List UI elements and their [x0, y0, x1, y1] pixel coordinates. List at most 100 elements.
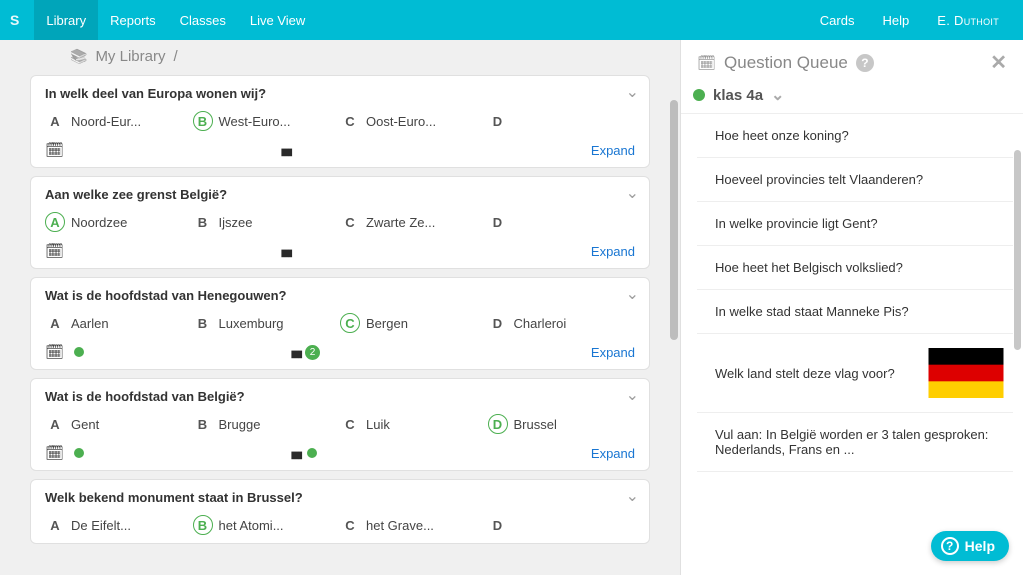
queue-list: Hoe heet onze koning? Hoeveel provincies … [681, 114, 1023, 575]
answer-text: Luxemburg [219, 316, 284, 331]
answer-option[interactable]: CZwarte Ze... [340, 212, 488, 232]
question-text: In welk deel van Europa wonen wij? [45, 86, 635, 101]
answer-text: Ijszee [219, 215, 253, 230]
answer-option[interactable]: AGent [45, 414, 193, 434]
answer-text: Brugge [219, 417, 261, 432]
question-card: ⌄Wat is de hoofdstad van Henegouwen?AAar… [30, 277, 650, 370]
answer-option[interactable]: ANoord-Eur... [45, 111, 193, 131]
answer-letter: A [45, 515, 65, 535]
answer-option[interactable]: D Brussel [488, 414, 636, 434]
queue-item-text: Hoeveel provincies telt Vlaanderen? [715, 172, 1007, 187]
nav-reports[interactable]: Reports [98, 0, 168, 40]
calendar-icon[interactable] [45, 343, 64, 361]
answer-letter: B [193, 515, 213, 535]
help-button[interactable]: ? Help [931, 531, 1009, 561]
queue-item[interactable]: Vul aan: In België worden er 3 talen ges… [697, 413, 1013, 472]
answer-option[interactable]: D [488, 212, 636, 232]
chart-icon[interactable] [281, 142, 292, 158]
answer-text: Zwarte Ze... [366, 215, 435, 230]
queue-header: Question Queue ? ✕ [681, 40, 1023, 81]
chevron-down-icon[interactable]: ⌄ [626, 82, 639, 102]
queue-item[interactable]: Hoeveel provincies telt Vlaanderen? [697, 158, 1013, 202]
answer-option[interactable]: ANoordzee [45, 212, 193, 232]
queue-title: Question Queue [724, 53, 848, 73]
chart-icon[interactable] [291, 445, 318, 461]
help-label: Help [965, 538, 995, 554]
answer-option[interactable]: COost-Euro... [340, 111, 488, 131]
queue-item-text: Vul aan: In België worden er 3 talen ges… [715, 427, 1007, 457]
expand-link[interactable]: Expand [591, 446, 635, 461]
answer-text: Oost-Euro... [366, 114, 436, 129]
chart-icon[interactable]: 2 [291, 344, 321, 360]
answer-option[interactable]: B Ijszee [193, 212, 341, 232]
answer-letter: B [193, 111, 213, 131]
chevron-down-icon[interactable]: ⌄ [626, 183, 639, 203]
nav-user[interactable]: E. Duthoit [923, 13, 1013, 28]
answer-option[interactable]: D [488, 111, 636, 131]
scrollbar[interactable] [670, 100, 678, 340]
question-card: ⌄Aan welke zee grenst België? ANoordzeeBI… [30, 176, 650, 269]
answer-option[interactable]: Chet Grave... [340, 515, 488, 535]
question-card: ⌄In welk deel van Europa wonen wij? ANoor… [30, 75, 650, 168]
chevron-down-icon[interactable]: ⌄ [626, 385, 639, 405]
breadcrumb-library[interactable]: My Library [95, 48, 165, 65]
answer-option[interactable]: ADe Eifelt... [45, 515, 193, 535]
queue-item[interactable]: Hoe heet het Belgisch volkslied? [697, 246, 1013, 290]
question-text: Aan welke zee grenst België? [45, 187, 635, 202]
answer-text: Aarlen [71, 316, 109, 331]
calendar-icon[interactable] [45, 242, 64, 260]
calendar-icon[interactable] [45, 444, 64, 462]
queue-item[interactable]: Hoe heet onze koning? [697, 114, 1013, 158]
queue-item-text: Hoe heet het Belgisch volkslied? [715, 260, 1007, 275]
answer-option[interactable]: Bhet Atomi... [193, 515, 341, 535]
close-icon[interactable]: ✕ [990, 50, 1007, 75]
answer-option[interactable]: CLuik [340, 414, 488, 434]
queue-item[interactable]: Welk land stelt deze vlag voor? [697, 334, 1013, 413]
answer-letter: C [340, 313, 360, 333]
chevron-down-icon[interactable]: ⌄ [626, 486, 639, 506]
scrollbar[interactable] [1014, 150, 1021, 350]
nav-live-view[interactable]: Live View [238, 0, 317, 40]
queue-class-name: klas 4a [713, 87, 763, 104]
help-icon: ? [941, 537, 959, 555]
answer-letter: B [193, 212, 213, 232]
expand-link[interactable]: Expand [591, 244, 635, 259]
queue-help-icon[interactable]: ? [856, 54, 874, 72]
answer-option[interactable]: AAarlen [45, 313, 193, 333]
queue-item-text: In welke provincie ligt Gent? [715, 216, 1007, 231]
nav-help[interactable]: Help [868, 13, 923, 28]
answer-text: Bergen [366, 316, 408, 331]
answer-letter: C [340, 515, 360, 535]
question-card: ⌄Welk bekend monument staat in Brussel?A… [30, 479, 650, 544]
nav-cards[interactable]: Cards [806, 13, 869, 28]
library-pane: My Library / ⌄In welk deel van Europa wo… [0, 40, 680, 575]
answer-option[interactable]: D [488, 515, 636, 535]
status-dot [74, 448, 84, 458]
nav-classes[interactable]: Classes [168, 0, 238, 40]
queue-item[interactable]: In welke provincie ligt Gent? [697, 202, 1013, 246]
status-dot [693, 89, 705, 101]
answer-option[interactable]: BLuxemburg [193, 313, 341, 333]
answer-option[interactable]: BWest-Euro... [193, 111, 341, 131]
answer-letter: D [488, 515, 508, 535]
nav-library[interactable]: Library [34, 0, 98, 40]
answer-option[interactable]: BBrugge [193, 414, 341, 434]
chevron-down-icon: ⌄ [771, 85, 784, 105]
chart-badge: 2 [305, 345, 320, 360]
queue-item-text: Welk land stelt deze vlag voor? [715, 366, 915, 381]
chevron-down-icon[interactable]: ⌄ [626, 284, 639, 304]
chart-icon[interactable] [281, 243, 292, 259]
answer-option[interactable]: DCharleroi [488, 313, 636, 333]
answer-letter: D [488, 414, 508, 434]
calendar-icon[interactable] [45, 141, 64, 159]
queue-class-selector[interactable]: klas 4a ⌄ [681, 81, 1023, 114]
logo: S [10, 12, 19, 28]
answer-option[interactable]: C Bergen [340, 313, 488, 333]
question-text: Wat is de hoofdstad van België? [45, 389, 635, 404]
expand-link[interactable]: Expand [591, 345, 635, 360]
queue-item[interactable]: In welke stad staat Manneke Pis? [697, 290, 1013, 334]
expand-link[interactable]: Expand [591, 143, 635, 158]
answer-text: Charleroi [514, 316, 567, 331]
answer-letter: A [45, 111, 65, 131]
answer-text: Brussel [514, 417, 557, 432]
